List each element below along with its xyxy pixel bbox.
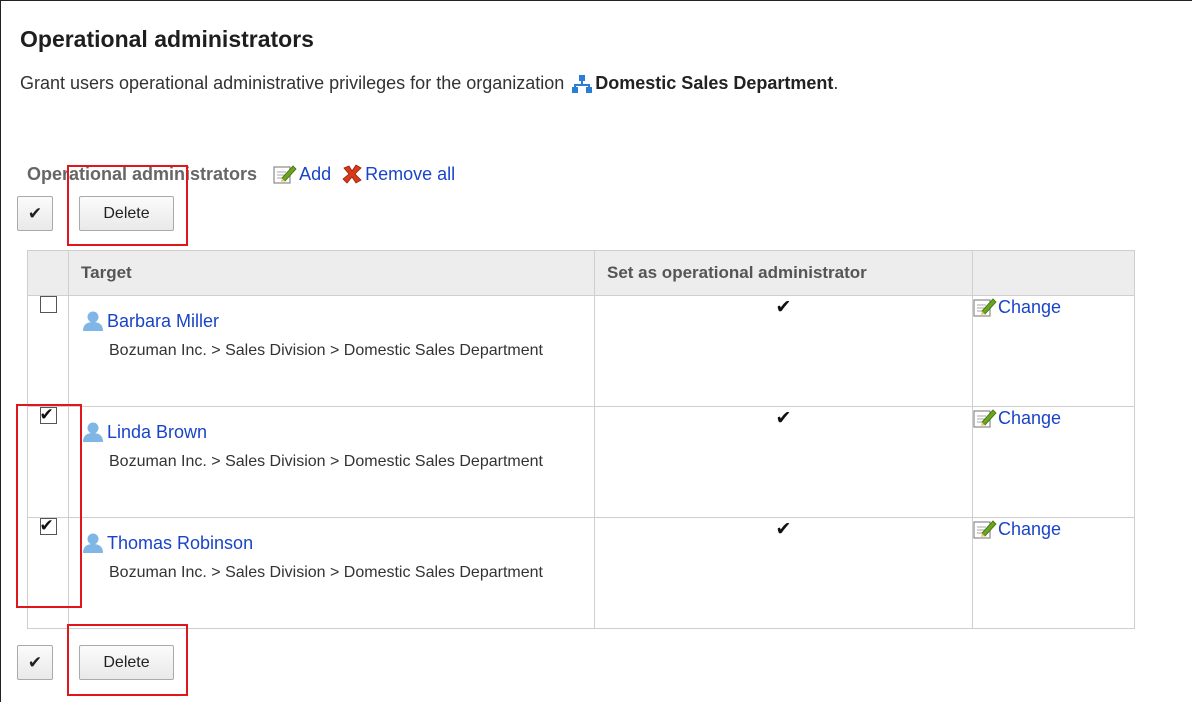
- administrators-table: Target Set as operational administrator …: [27, 250, 1135, 629]
- org-tree-icon: [571, 74, 593, 94]
- change-link[interactable]: Change: [998, 519, 1061, 540]
- organization-path: Bozuman Inc. > Sales Division > Domestic…: [109, 564, 543, 581]
- row-checkbox[interactable]: ✔: [39, 516, 57, 536]
- change-action[interactable]: Change: [973, 407, 1134, 429]
- edit-note-icon: [273, 165, 297, 184]
- admin-status-check: ✔: [594, 517, 973, 629]
- checkbox-check-mark: ✔: [39, 405, 54, 425]
- user-name-link[interactable]: Barbara Miller: [107, 311, 219, 332]
- user-name-link[interactable]: Linda Brown: [107, 422, 207, 443]
- change-link[interactable]: Change: [998, 408, 1061, 429]
- row-checkbox-cell: ✔: [27, 405, 69, 518]
- section-label: Operational administrators: [27, 163, 258, 184]
- header-set-as-admin: Set as operational administrator: [594, 250, 973, 296]
- row-checkbox[interactable]: ✔: [39, 405, 57, 425]
- change-action[interactable]: Change: [973, 296, 1134, 318]
- action-cell: Change: [972, 406, 1135, 518]
- checkbox-check-mark: ✔: [39, 516, 54, 536]
- delete-button-bottom[interactable]: Delete: [79, 645, 174, 680]
- table-row: Barbara Miller Bozuman Inc. > Sales Divi…: [27, 295, 1135, 407]
- target-cell: Linda Brown Bozuman Inc. > Sales Divisio…: [68, 406, 595, 518]
- description-text: Grant users operational administrative p…: [20, 73, 565, 93]
- change-link[interactable]: Change: [998, 297, 1061, 318]
- table-row: ✔ Linda Brown Bozuman Inc. > Sales Divis…: [27, 405, 1135, 518]
- organization-path: Bozuman Inc. > Sales Division > Domestic…: [109, 342, 543, 359]
- select-all-button-top[interactable]: ✔: [17, 196, 53, 231]
- change-action[interactable]: Change: [973, 518, 1134, 540]
- select-all-button-bottom[interactable]: ✔: [17, 645, 53, 680]
- header-checkbox: [27, 250, 69, 296]
- user-name-link[interactable]: Thomas Robinson: [107, 533, 253, 554]
- edit-note-icon: [973, 520, 997, 539]
- action-cell: Change: [972, 517, 1135, 629]
- user-icon: [83, 311, 103, 331]
- edit-note-icon: [973, 298, 997, 317]
- delete-button-top[interactable]: Delete: [79, 196, 174, 231]
- row-checkbox-cell: ✔: [27, 516, 69, 629]
- admin-status-check: ✔: [594, 406, 973, 518]
- row-checkbox-cell: [27, 295, 69, 407]
- edit-note-icon: [973, 409, 997, 428]
- user-icon: [83, 533, 103, 553]
- header-target: Target: [68, 250, 595, 296]
- add-link[interactable]: Add: [299, 164, 331, 185]
- section-header: Operational administrators Add Remove al…: [27, 163, 455, 185]
- action-cell: Change: [972, 295, 1135, 407]
- remove-all-link[interactable]: Remove all: [365, 164, 455, 185]
- organization-path: Bozuman Inc. > Sales Division > Domestic…: [109, 453, 543, 470]
- user-icon: [83, 422, 103, 442]
- add-action[interactable]: Add: [273, 163, 331, 185]
- page-description: Grant users operational administrative p…: [20, 73, 838, 94]
- page-title: Operational administrators: [20, 26, 314, 52]
- target-cell: Thomas Robinson Bozuman Inc. > Sales Div…: [68, 517, 595, 629]
- red-x-icon: [342, 164, 362, 184]
- description-end: .: [833, 73, 839, 93]
- organization-name: Domestic Sales Department: [595, 73, 834, 93]
- admin-status-check: ✔: [594, 295, 973, 407]
- remove-all-action[interactable]: Remove all: [341, 164, 455, 185]
- target-cell: Barbara Miller Bozuman Inc. > Sales Divi…: [68, 295, 595, 407]
- table-row: ✔ Thomas Robinson Bozuman Inc. > Sales D…: [27, 516, 1135, 629]
- table-header-row: Target Set as operational administrator: [27, 250, 1135, 296]
- row-checkbox[interactable]: [39, 296, 57, 314]
- header-action: [972, 250, 1135, 296]
